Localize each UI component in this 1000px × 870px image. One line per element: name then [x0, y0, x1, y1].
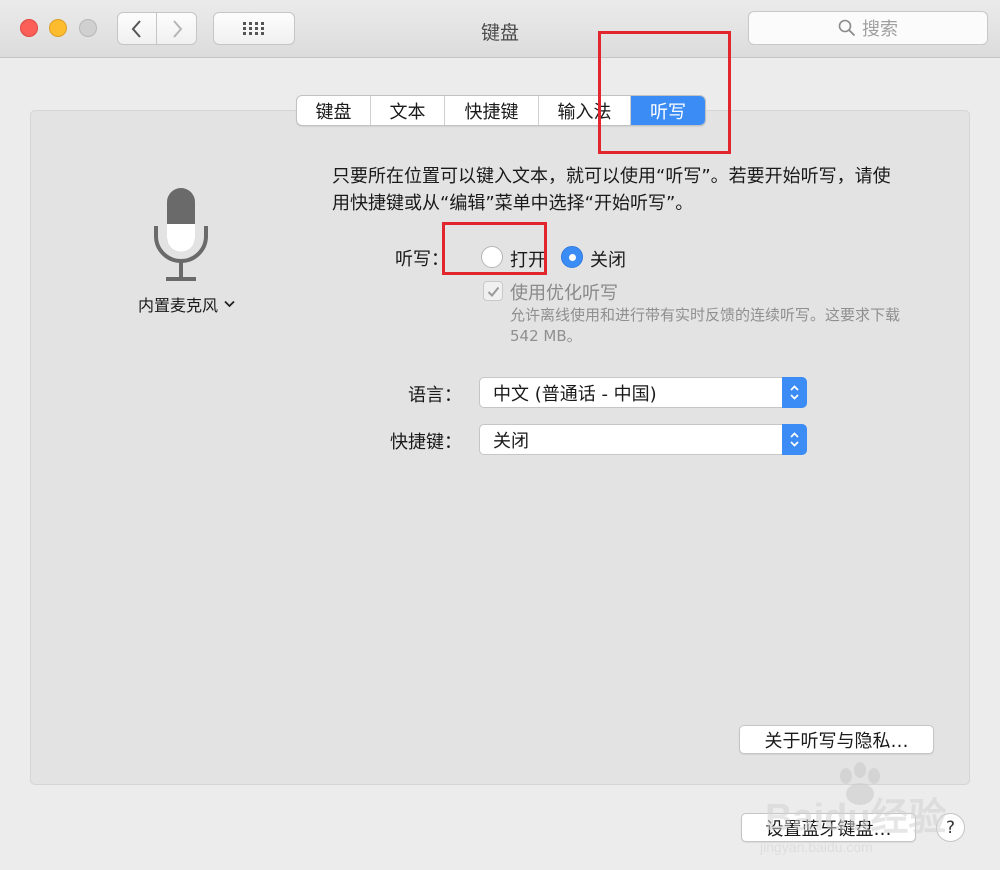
tab-shortcuts[interactable]: 快捷键 — [445, 96, 539, 125]
grid-icon — [243, 21, 264, 35]
microphone-source-dropdown[interactable]: 内置麦克风 — [138, 292, 235, 316]
language-value: 中文 (普通话 - 中国) — [493, 383, 657, 405]
dictation-off-radio[interactable] — [561, 246, 583, 268]
window-title: 键盘 — [480, 22, 519, 44]
title-bar: 键盘 搜索 — [0, 0, 1000, 58]
tab-bar: 键盘 文本 快捷键 输入法 听写 — [296, 95, 706, 126]
dictation-label: 听写： — [395, 249, 449, 270]
updown-arrows-icon — [782, 424, 807, 455]
microphone-source-label: 内置麦克风 — [138, 296, 219, 315]
baidu-watermark-logo: Baidu经验 jingyan.baidu.com — [759, 760, 950, 860]
enhanced-dictation-note: 允许离线使用和进行带有实时反馈的连续听写。这要求下载 542 MB。 — [510, 306, 901, 345]
chevron-down-icon — [224, 300, 235, 308]
minimize-window-button[interactable] — [49, 19, 67, 37]
language-select[interactable]: 中文 (普通话 - 中国) — [479, 377, 807, 408]
dictation-description: 只要所在位置可以键入文本，就可以使用“听写”。若要开始听写，请使用快捷键或从“编… — [332, 166, 891, 214]
updown-arrows-icon — [782, 377, 807, 408]
tab-dictation[interactable]: 听写 — [631, 96, 705, 125]
enhanced-dictation-checkbox[interactable] — [483, 281, 503, 301]
about-dictation-privacy-button[interactable]: 关于听写与隐私… — [739, 725, 934, 754]
tab-text[interactable]: 文本 — [371, 96, 445, 125]
shortcut-label: 快捷键： — [390, 432, 462, 453]
search-input[interactable]: 搜索 — [748, 11, 988, 45]
watermark-sub: jingyan.baidu.com — [760, 839, 873, 855]
watermark-text: Baidu经验 — [765, 797, 947, 839]
dictation-on-label[interactable]: 打开 — [510, 246, 546, 272]
checkmark-icon — [487, 286, 499, 297]
microphone-icon — [150, 186, 212, 286]
back-button[interactable] — [117, 12, 157, 45]
zoom-window-button[interactable] — [79, 19, 97, 37]
chevron-right-icon — [172, 19, 182, 38]
forward-button[interactable] — [157, 12, 197, 45]
tab-input-sources[interactable]: 输入法 — [539, 96, 631, 125]
tab-keyboard[interactable]: 键盘 — [297, 96, 371, 125]
close-window-button[interactable] — [20, 19, 38, 37]
enhanced-dictation-label: 使用优化听写 — [510, 283, 618, 304]
shortcut-select[interactable]: 关闭 — [479, 424, 807, 455]
search-icon — [838, 19, 856, 37]
dictation-off-label[interactable]: 关闭 — [590, 246, 626, 272]
show-all-button[interactable] — [213, 12, 295, 45]
search-placeholder: 搜索 — [862, 19, 898, 40]
language-label: 语言： — [408, 385, 462, 406]
chevron-left-icon — [131, 19, 141, 38]
shortcut-value: 关闭 — [493, 430, 529, 452]
dictation-on-radio[interactable] — [481, 246, 503, 268]
